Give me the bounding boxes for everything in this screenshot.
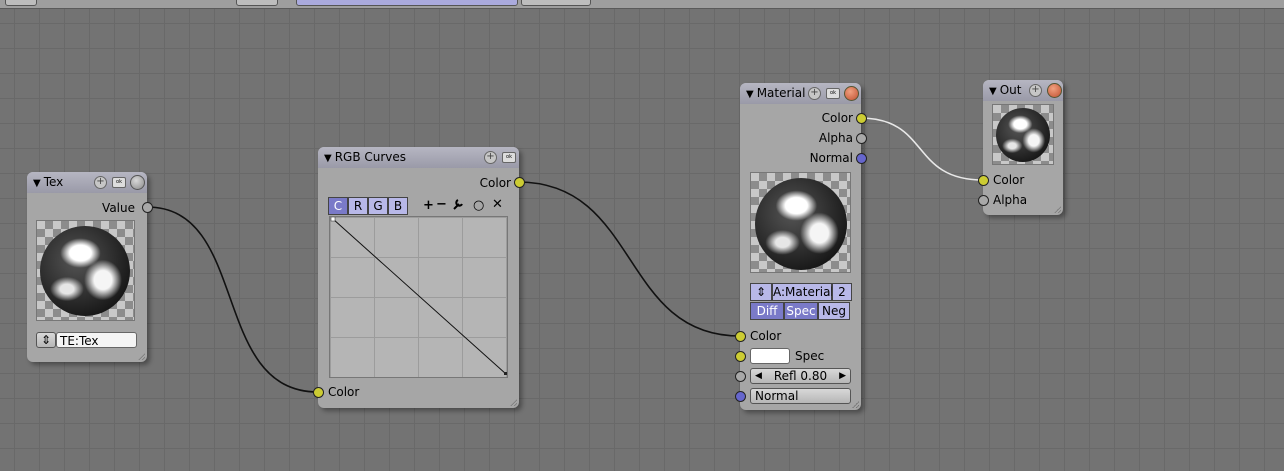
input-label-color: Color: [993, 173, 1025, 187]
collapse-triangle-icon[interactable]: ▼: [746, 89, 754, 100]
node-status-icon[interactable]: [130, 175, 145, 190]
color-output-socket[interactable]: [856, 113, 867, 124]
channel-c-button[interactable]: C: [328, 197, 348, 215]
clipping-icon[interactable]: ○: [473, 198, 484, 213]
resize-handle[interactable]: [138, 353, 145, 360]
material-name-field[interactable]: A:Material: [772, 283, 834, 301]
color-input-socket[interactable]: [978, 175, 989, 186]
spec-input-socket[interactable]: [735, 351, 746, 362]
output-node[interactable]: ▼ Out + Color Alpha: [983, 80, 1063, 215]
node-title: ▼ Out: [989, 83, 1022, 97]
preview-sphere: [996, 108, 1050, 162]
node-links: [146, 117, 984, 393]
channel-r-button[interactable]: R: [348, 197, 368, 215]
input-label: Color: [328, 385, 360, 399]
add-icon[interactable]: +: [808, 87, 821, 100]
channel-b-button[interactable]: B: [388, 197, 408, 215]
link-curves-to-material: [517, 181, 741, 337]
material-toggle-row: Diff Spec Neg: [750, 302, 850, 320]
node-title: ▼ Material: [746, 86, 806, 100]
material-node[interactable]: ▼ Material + ok Color Alpha Normal ⇕ A:Ma…: [740, 83, 861, 410]
input-label-color: Color: [750, 329, 782, 343]
material-selector-row: ⇕ A:Material 2: [750, 283, 852, 301]
color-input-socket[interactable]: [313, 387, 324, 398]
normal-input-field[interactable]: Normal: [750, 388, 851, 404]
alpha-input-socket[interactable]: [978, 195, 989, 206]
resize-handle[interactable]: [1054, 206, 1061, 213]
channel-buttons: C R G B: [328, 197, 408, 215]
output-label-alpha: Alpha: [818, 131, 853, 145]
neg-toggle[interactable]: Neg: [818, 302, 850, 320]
texture-name-field[interactable]: TE:Tex: [56, 332, 137, 348]
resize-handle[interactable]: [510, 399, 517, 406]
output-label-normal: Normal: [809, 151, 853, 165]
node-title: ▼ RGB Curves: [324, 150, 407, 164]
output-label: Value: [102, 201, 135, 215]
preview-toggle-icon[interactable]: ok: [112, 177, 126, 188]
alpha-output-socket[interactable]: [856, 133, 867, 144]
tex-node-header[interactable]: ▼ Tex + ok: [27, 172, 147, 193]
channel-g-button[interactable]: G: [368, 197, 388, 215]
rgb-curves-header[interactable]: ▼ RGB Curves + ok: [318, 147, 519, 168]
output-header[interactable]: ▼ Out +: [983, 80, 1063, 101]
resize-handle[interactable]: [852, 401, 859, 408]
close-icon[interactable]: [1047, 83, 1062, 98]
diff-toggle[interactable]: Diff: [750, 302, 784, 320]
spec-toggle[interactable]: Spec: [784, 302, 818, 320]
collapse-triangle-icon[interactable]: ▼: [989, 86, 997, 97]
add-icon[interactable]: +: [484, 151, 497, 164]
delete-icon[interactable]: ✕: [492, 197, 503, 212]
decrease-arrow-icon[interactable]: ◀: [755, 369, 762, 384]
add-icon[interactable]: +: [94, 176, 107, 189]
curve-line: [330, 217, 507, 375]
preview-sphere: [755, 178, 847, 270]
browse-material-button[interactable]: ⇕: [750, 283, 772, 301]
collapse-triangle-icon[interactable]: ▼: [324, 153, 332, 164]
preview-toggle-icon[interactable]: ok: [502, 152, 516, 163]
rgb-curves-node[interactable]: ▼ RGB Curves + ok Color C R G B + − ○ ✕ C…: [318, 147, 519, 408]
add-icon[interactable]: +: [1029, 84, 1042, 97]
material-users-count[interactable]: 2: [832, 283, 852, 301]
link-material-to-output: [859, 117, 984, 181]
curve-editor[interactable]: [329, 216, 508, 378]
spec-color-swatch[interactable]: [750, 348, 790, 364]
material-preview: [750, 172, 851, 273]
refl-value: Refl 0.80: [773, 369, 828, 383]
node-title: ▼ Tex: [33, 175, 64, 189]
input-label-alpha: Alpha: [993, 193, 1028, 207]
normal-input-socket[interactable]: [735, 391, 746, 402]
zoom-out-icon[interactable]: −: [436, 197, 447, 212]
browse-texture-button[interactable]: ⇕: [36, 332, 56, 348]
output-label: Color: [479, 176, 511, 190]
increase-arrow-icon[interactable]: ▶: [839, 369, 846, 384]
tex-node[interactable]: ▼ Tex + ok Value ⇕ TE:Tex: [27, 172, 147, 362]
color-output-socket[interactable]: [514, 177, 525, 188]
output-label-color: Color: [821, 111, 853, 125]
curve-point[interactable]: [330, 217, 336, 222]
link-tex-to-curves: [146, 206, 319, 393]
refl-input-socket[interactable]: [735, 371, 746, 382]
refl-slider[interactable]: ◀ Refl 0.80 ▶: [750, 368, 851, 384]
preview-sphere: [40, 226, 130, 316]
color-input-socket[interactable]: [735, 331, 746, 342]
normal-output-socket[interactable]: [856, 153, 867, 164]
value-output-socket[interactable]: [142, 202, 153, 213]
wrench-icon[interactable]: [451, 197, 465, 215]
texture-preview: [36, 220, 135, 321]
output-preview: [992, 104, 1054, 165]
collapse-triangle-icon[interactable]: ▼: [33, 178, 41, 189]
material-header[interactable]: ▼ Material + ok: [740, 83, 861, 104]
preview-toggle-icon[interactable]: ok: [826, 88, 840, 99]
curve-point[interactable]: [504, 372, 507, 375]
input-label-spec: Spec: [795, 349, 825, 363]
zoom-in-icon[interactable]: +: [423, 198, 434, 213]
close-icon[interactable]: [844, 86, 859, 101]
